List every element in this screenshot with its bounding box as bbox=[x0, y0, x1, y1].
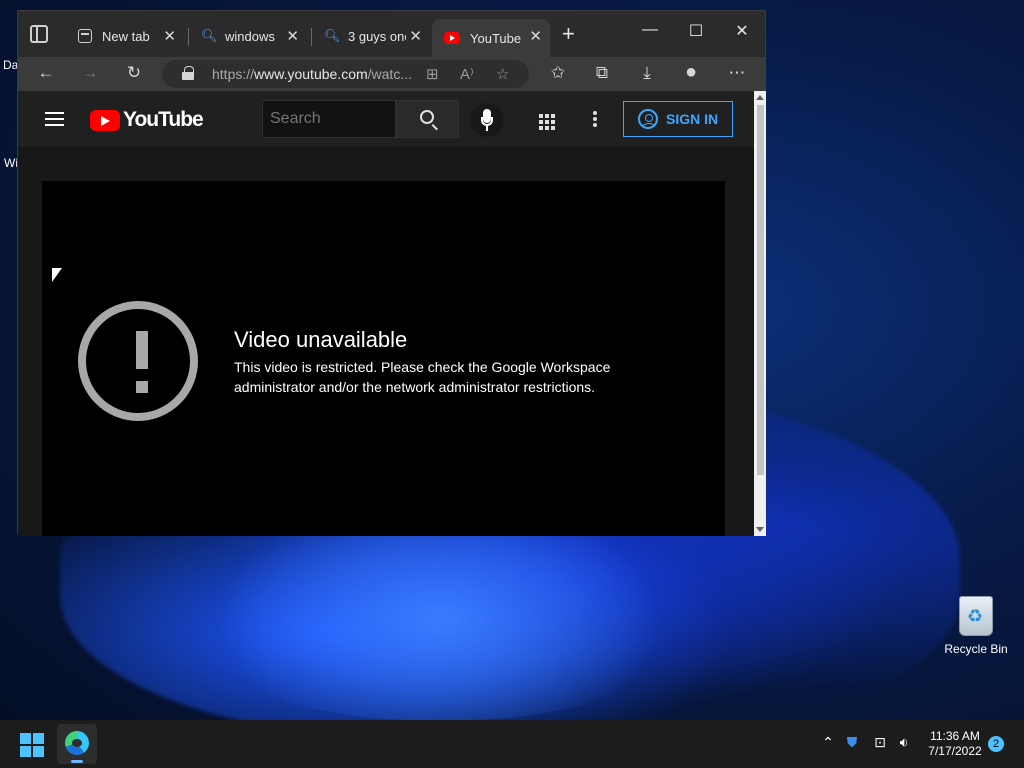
add-favorite-icon[interactable]: ☆ bbox=[496, 65, 509, 83]
taskbar-edge-button[interactable] bbox=[57, 724, 97, 764]
lock-icon[interactable] bbox=[182, 66, 194, 80]
search-icon: 🔍︎ bbox=[201, 28, 218, 43]
tab-title: windows 1 bbox=[225, 28, 275, 44]
maximize-button[interactable]: ☐ bbox=[681, 21, 711, 41]
tab-actions-icon[interactable] bbox=[30, 25, 48, 43]
tab-search-windows[interactable]: 🔍︎ windows 1 ✕ bbox=[188, 21, 307, 51]
sign-in-label: SIGN IN bbox=[666, 111, 719, 127]
browser-toolbar: ← → ↻ https://www.youtube.com/watc... ⊞ … bbox=[18, 57, 765, 91]
desktop-icon-label-clipped[interactable]: Wi bbox=[4, 156, 18, 170]
edge-icon bbox=[65, 731, 89, 755]
guide-menu-icon[interactable] bbox=[45, 112, 64, 126]
youtube-page: YouTube SIGN IN bbox=[18, 91, 754, 536]
minimize-button[interactable]: — bbox=[635, 21, 665, 39]
recycle-bin-label: Recycle Bin bbox=[944, 642, 1008, 656]
start-button[interactable] bbox=[20, 733, 44, 757]
search-input[interactable] bbox=[262, 100, 396, 138]
profile-avatar-icon[interactable]: ● bbox=[679, 61, 703, 84]
back-arrow-icon[interactable]: ← bbox=[34, 63, 58, 83]
new-tab-button[interactable]: + bbox=[562, 23, 575, 45]
sign-in-button[interactable]: SIGN IN bbox=[623, 101, 733, 137]
tab-title: New tab bbox=[102, 28, 150, 44]
page-scrollbar[interactable] bbox=[754, 91, 766, 536]
youtube-logo[interactable]: YouTube bbox=[90, 108, 204, 132]
show-hidden-icons-chevron-icon[interactable]: ⌃ bbox=[818, 734, 838, 751]
search-icon: 🔍︎ bbox=[324, 28, 341, 43]
refresh-icon[interactable]: ↻ bbox=[122, 63, 146, 83]
running-indicator bbox=[71, 760, 83, 763]
clock-date: 7/17/2022 bbox=[928, 744, 982, 758]
video-player[interactable]: Video unavailable This video is restrict… bbox=[42, 181, 725, 536]
account-icon bbox=[638, 109, 658, 129]
close-tab-icon[interactable]: ✕ bbox=[529, 27, 542, 45]
voice-search-button[interactable] bbox=[470, 103, 504, 137]
youtube-header: YouTube SIGN IN bbox=[18, 91, 754, 147]
read-aloud-icon[interactable]: A⁾ bbox=[460, 65, 474, 83]
youtube-logo-text: YouTube bbox=[123, 108, 204, 131]
tab-title: YouTube bbox=[470, 30, 522, 46]
mouse-cursor-icon bbox=[52, 268, 62, 282]
tab-bar: New tab ✕ 🔍︎ windows 1 ✕ 🔍︎ 3 guys one ✕… bbox=[18, 11, 765, 57]
tab-search-3-guys[interactable]: 🔍︎ 3 guys one ✕ bbox=[311, 21, 430, 51]
app-available-icon[interactable]: ⊞ bbox=[426, 65, 439, 83]
network-icon[interactable]: ⊡ bbox=[870, 734, 890, 751]
more-options-icon[interactable]: ⋯ bbox=[725, 63, 749, 83]
browser-window: New tab ✕ 🔍︎ windows 1 ✕ 🔍︎ 3 guys one ✕… bbox=[17, 10, 766, 536]
system-clock[interactable]: 11:36 AM 7/17/2022 bbox=[920, 729, 990, 759]
favorites-icon[interactable]: ✩ bbox=[546, 63, 570, 83]
error-message: This video is restricted. Please check t… bbox=[234, 359, 611, 395]
downloads-icon[interactable]: ⤓ bbox=[635, 63, 659, 83]
tab-title: 3 guys one bbox=[348, 28, 406, 44]
exclamation-warning-icon bbox=[78, 301, 198, 421]
close-tab-icon[interactable]: ✕ bbox=[409, 27, 422, 45]
recycle-bin-icon bbox=[959, 596, 993, 636]
youtube-play-icon bbox=[90, 109, 120, 131]
error-title: Video unavailable bbox=[234, 327, 408, 352]
collections-icon[interactable]: ⧉ bbox=[590, 63, 614, 83]
forward-arrow-icon[interactable]: → bbox=[78, 63, 102, 83]
recycle-bin-shortcut[interactable]: Recycle Bin bbox=[940, 596, 1012, 656]
new-tab-page-icon bbox=[78, 29, 92, 43]
taskbar: ⌃ ⛊ ⊡ 🔉︎ 11:36 AM 7/17/2022 2 bbox=[0, 720, 1024, 768]
close-tab-icon[interactable]: ✕ bbox=[286, 27, 299, 45]
url-text[interactable]: https://www.youtube.com/watc... bbox=[212, 66, 417, 82]
tab-youtube[interactable]: YouTube ✕ bbox=[432, 19, 550, 57]
scroll-thumb[interactable] bbox=[757, 105, 764, 475]
volume-icon[interactable]: 🔉︎ bbox=[894, 734, 914, 751]
security-shield-icon[interactable]: ⛊ bbox=[842, 734, 862, 751]
clock-time: 11:36 AM bbox=[930, 729, 980, 743]
search-icon bbox=[420, 110, 434, 124]
search-button[interactable] bbox=[396, 100, 459, 138]
scroll-down-arrow-icon[interactable] bbox=[756, 527, 764, 532]
close-tab-icon[interactable]: ✕ bbox=[163, 27, 176, 45]
tab-new-tab[interactable]: New tab ✕ bbox=[66, 21, 184, 51]
youtube-icon bbox=[444, 32, 460, 44]
notification-badge[interactable]: 2 bbox=[988, 736, 1004, 752]
scroll-up-arrow-icon[interactable] bbox=[756, 95, 764, 100]
close-window-button[interactable]: ✕ bbox=[727, 21, 757, 41]
address-bar[interactable]: https://www.youtube.com/watc... ⊞ A⁾ ☆ bbox=[162, 60, 529, 88]
